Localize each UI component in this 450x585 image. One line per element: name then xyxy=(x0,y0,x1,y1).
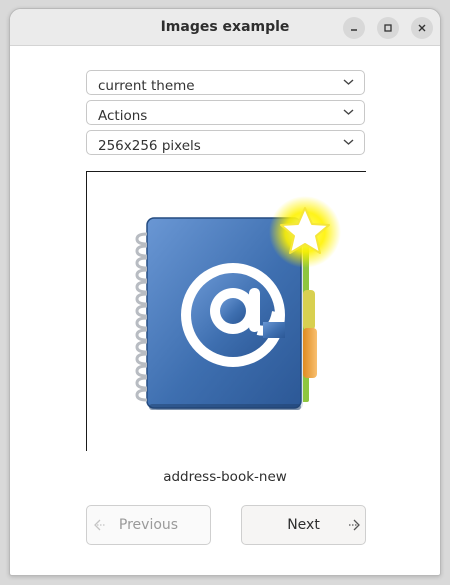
chevron-down-icon xyxy=(343,109,354,115)
maximize-button[interactable] xyxy=(377,17,399,39)
previous-button[interactable]: Previous xyxy=(86,505,211,545)
icon-name-label: address-book-new xyxy=(163,469,287,485)
size-dropdown-value: 256x256 pixels xyxy=(98,138,201,154)
go-next-icon xyxy=(349,519,360,531)
close-button[interactable] xyxy=(411,17,433,39)
address-book-new-icon xyxy=(135,196,341,410)
context-dropdown-value: Actions xyxy=(98,108,148,124)
context-dropdown[interactable]: Actions xyxy=(86,100,365,125)
theme-dropdown[interactable]: current theme xyxy=(86,70,365,95)
chevron-down-icon xyxy=(343,139,354,145)
theme-dropdown-value: current theme xyxy=(98,78,195,94)
maximize-icon xyxy=(384,24,392,32)
next-button-label: Next xyxy=(287,517,320,533)
window-title: Images example xyxy=(160,19,290,35)
app-window: Images example current theme Actions 256… xyxy=(9,8,441,576)
image-preview xyxy=(86,171,366,451)
size-dropdown[interactable]: 256x256 pixels xyxy=(86,130,365,155)
chevron-down-icon xyxy=(343,79,354,85)
previous-button-label: Previous xyxy=(118,517,179,533)
title-bar: Images example xyxy=(10,9,440,46)
next-button[interactable]: Next xyxy=(241,505,366,545)
minimize-button[interactable] xyxy=(343,17,365,39)
minimize-icon xyxy=(351,29,357,31)
go-previous-icon xyxy=(94,519,105,531)
close-icon xyxy=(418,24,426,32)
